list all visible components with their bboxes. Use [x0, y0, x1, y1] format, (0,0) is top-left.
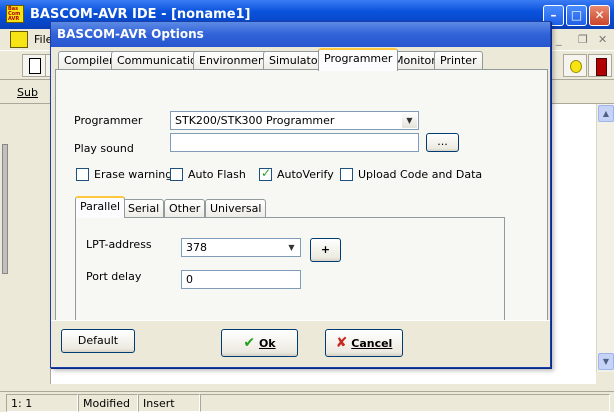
add-lpt-button[interactable]: +	[310, 238, 341, 262]
scroll-down-icon[interactable]: ▼	[598, 353, 614, 370]
lpt-address-value: 378	[186, 241, 207, 254]
subtab-universal[interactable]: Universal	[205, 199, 267, 218]
dialog-body: Compiler Communication Environment Simul…	[55, 48, 548, 340]
play-sound-input[interactable]	[170, 133, 419, 152]
parallel-subtab-panel: LPT-address 378 ▼ + Port delay 0	[75, 217, 505, 327]
programmer-select[interactable]: STK200/STK300 Programmer ▼	[170, 111, 419, 130]
lpt-address-select[interactable]: 378 ▼	[181, 238, 301, 257]
browse-button[interactable]: ...	[426, 133, 459, 152]
chevron-down-icon[interactable]: ▼	[402, 113, 417, 128]
play-sound-label: Play sound	[74, 142, 134, 155]
erase-warning-box[interactable]	[76, 168, 89, 181]
options-dialog: BASCOM-AVR Options Compiler Communicatio…	[50, 21, 551, 368]
scroll-up-icon[interactable]: ▲	[598, 105, 614, 122]
maximize-button[interactable]: □	[566, 5, 587, 26]
lpt-address-label: LPT-address	[86, 238, 152, 251]
document-system-icon[interactable]	[10, 31, 28, 48]
subtab-parallel[interactable]: Parallel	[75, 196, 126, 218]
programmer-select-value: STK200/STK300 Programmer	[175, 114, 335, 127]
upload-code-data-box[interactable]	[340, 168, 353, 181]
terminal-button[interactable]	[588, 54, 612, 77]
left-gutter	[0, 104, 50, 384]
default-button[interactable]: Default	[61, 329, 135, 353]
status-bar: 1: 1 Modified Insert	[0, 391, 614, 412]
programmer-label: Programmer	[74, 114, 143, 127]
port-delay-input[interactable]: 0	[181, 270, 301, 289]
status-message	[200, 394, 610, 412]
vertical-scrollbar[interactable]: ▲ ▼	[596, 104, 614, 372]
cancel-x-icon: ✘	[335, 335, 348, 351]
auto-verify-label: AutoVerify	[277, 168, 334, 181]
status-modified: Modified	[78, 394, 138, 412]
mdi-close-icon[interactable]: ✕	[598, 33, 607, 46]
sub-label[interactable]: Sub	[17, 86, 38, 99]
close-button[interactable]: ✕	[589, 5, 610, 26]
subtab-serial[interactable]: Serial	[123, 199, 165, 218]
bascom-app-icon: Bas Com AVR	[6, 5, 24, 23]
subtab-other[interactable]: Other	[164, 199, 206, 218]
auto-verify-box[interactable]	[259, 166, 272, 181]
status-cursor-position: 1: 1	[6, 394, 78, 412]
ok-button[interactable]: ✔ Ok	[221, 329, 298, 357]
dialog-title: BASCOM-AVR Options	[57, 27, 204, 41]
erase-warning-label: Erase warning	[94, 168, 173, 181]
cancel-button-label: Cancel	[351, 337, 393, 350]
mdi-restore-icon[interactable]: ❐	[578, 33, 588, 46]
maximize-icon: □	[570, 8, 583, 22]
status-insert-mode: Insert	[138, 394, 200, 412]
check-icon: ✔	[243, 335, 256, 351]
main-window-title: BASCOM-AVR IDE - [noname1]	[30, 7, 251, 22]
tab-programmer[interactable]: Programmer	[318, 48, 399, 71]
chevron-down-icon[interactable]: ▼	[284, 240, 299, 255]
auto-flash-label: Auto Flash	[188, 168, 246, 181]
auto-flash-box[interactable]	[170, 168, 183, 181]
ok-button-label: Ok	[258, 337, 276, 350]
mdi-minimize-icon[interactable]: _	[556, 33, 562, 46]
program-chip-button[interactable]	[563, 54, 587, 77]
upload-code-data-label: Upload Code and Data	[358, 168, 483, 181]
cancel-button[interactable]: ✘ Cancel	[325, 329, 403, 357]
new-file-button[interactable]	[22, 54, 46, 77]
tab-printer[interactable]: Printer	[434, 51, 483, 70]
dialog-titlebar[interactable]: BASCOM-AVR Options	[51, 22, 550, 47]
port-delay-label: Port delay	[86, 270, 142, 283]
dialog-footer: Default ✔ Ok ✘ Cancel	[51, 320, 550, 367]
gutter-marker	[2, 144, 8, 274]
close-icon: ✕	[594, 8, 605, 22]
minimize-icon: –	[550, 8, 557, 22]
